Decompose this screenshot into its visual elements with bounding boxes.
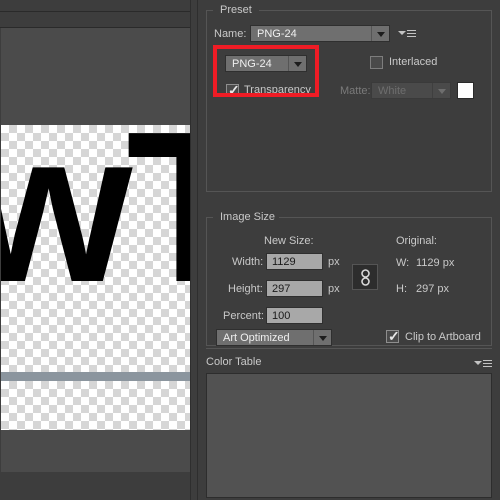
preset-panel-title: Preset bbox=[216, 4, 256, 16]
settings-column: Preset Name: PNG-24 PNG-24 ✓ Transparenc… bbox=[198, 0, 500, 500]
clip-to-artboard-label: Clip to Artboard bbox=[405, 331, 481, 343]
width-label: Width: bbox=[232, 256, 264, 268]
image-size-panel: Image Size New Size: Original: Width: 11… bbox=[206, 211, 492, 346]
new-size-label: New Size: bbox=[264, 235, 314, 247]
matte-dropdown[interactable]: White bbox=[371, 82, 451, 99]
original-height-label: H: bbox=[396, 283, 407, 295]
save-for-web-dialog: wTe Preset Name: PNG-24 PNG-2 bbox=[0, 0, 500, 500]
file-format-dropdown[interactable]: PNG-24 bbox=[225, 55, 307, 72]
width-unit: px bbox=[328, 256, 340, 268]
preview-frame[interactable]: wTe bbox=[1, 28, 198, 472]
interlaced-checkbox[interactable] bbox=[370, 56, 383, 69]
color-table-top-divider bbox=[206, 348, 492, 349]
chevron-down-icon[interactable] bbox=[288, 56, 306, 71]
clip-to-artboard-checkbox[interactable]: ✓ bbox=[386, 328, 400, 344]
resample-quality-value: Art Optimized bbox=[223, 331, 290, 344]
color-table-swatch-area[interactable] bbox=[206, 373, 492, 498]
preview-gap-left-edge bbox=[190, 0, 191, 500]
chevron-down-icon[interactable] bbox=[313, 330, 331, 345]
height-label: Height: bbox=[228, 283, 263, 295]
percent-input[interactable]: 100 bbox=[266, 307, 323, 324]
chevron-down-icon[interactable] bbox=[371, 26, 389, 41]
interlaced-label: Interlaced bbox=[389, 56, 438, 68]
height-unit: px bbox=[328, 283, 340, 295]
matte-color-swatch[interactable] bbox=[457, 82, 474, 99]
image-size-panel-title: Image Size bbox=[216, 211, 280, 223]
preset-name-value: PNG-24 bbox=[257, 27, 297, 40]
original-height-value: 297 px bbox=[416, 283, 450, 295]
preview-divider-top bbox=[0, 11, 198, 12]
height-input[interactable]: 297 bbox=[266, 280, 323, 297]
image-preview-pane[interactable]: wTe bbox=[0, 0, 198, 500]
width-input[interactable]: 1129 bbox=[266, 253, 323, 270]
preview-gray-rule bbox=[1, 372, 193, 381]
checkmark-icon: ✓ bbox=[388, 328, 400, 344]
chain-link-icon[interactable] bbox=[352, 264, 378, 290]
file-format-value: PNG-24 bbox=[232, 57, 272, 70]
image-size-panel-border bbox=[206, 217, 492, 346]
percent-label: Percent: bbox=[223, 310, 264, 322]
original-width-label: W: bbox=[396, 257, 410, 269]
color-table-panel: Color Table bbox=[206, 348, 492, 500]
preset-panel: Preset Name: PNG-24 PNG-24 ✓ Transparenc… bbox=[206, 4, 492, 192]
original-label: Original: bbox=[396, 235, 437, 247]
checkmark-icon: ✓ bbox=[228, 82, 240, 98]
preview-artwork-text: wTe bbox=[1, 125, 193, 314]
preset-flyout-menu-icon[interactable] bbox=[398, 28, 416, 40]
color-table-flyout-menu-icon[interactable] bbox=[474, 358, 492, 370]
original-width-value: 1129 px bbox=[416, 257, 455, 269]
transparency-checkbox[interactable]: ✓ bbox=[226, 82, 240, 98]
transparency-label: Transparency bbox=[244, 84, 311, 96]
color-table-title: Color Table bbox=[206, 356, 262, 368]
matte-value: White bbox=[378, 84, 407, 97]
preset-name-label: Name: bbox=[214, 28, 247, 40]
matte-label: Matte: bbox=[340, 85, 371, 97]
chevron-down-icon[interactable] bbox=[432, 83, 450, 98]
preset-name-dropdown[interactable]: PNG-24 bbox=[250, 25, 390, 42]
resample-quality-dropdown[interactable]: Art Optimized bbox=[216, 329, 332, 346]
preview-canvas-checkerboard[interactable]: wTe bbox=[1, 125, 193, 430]
